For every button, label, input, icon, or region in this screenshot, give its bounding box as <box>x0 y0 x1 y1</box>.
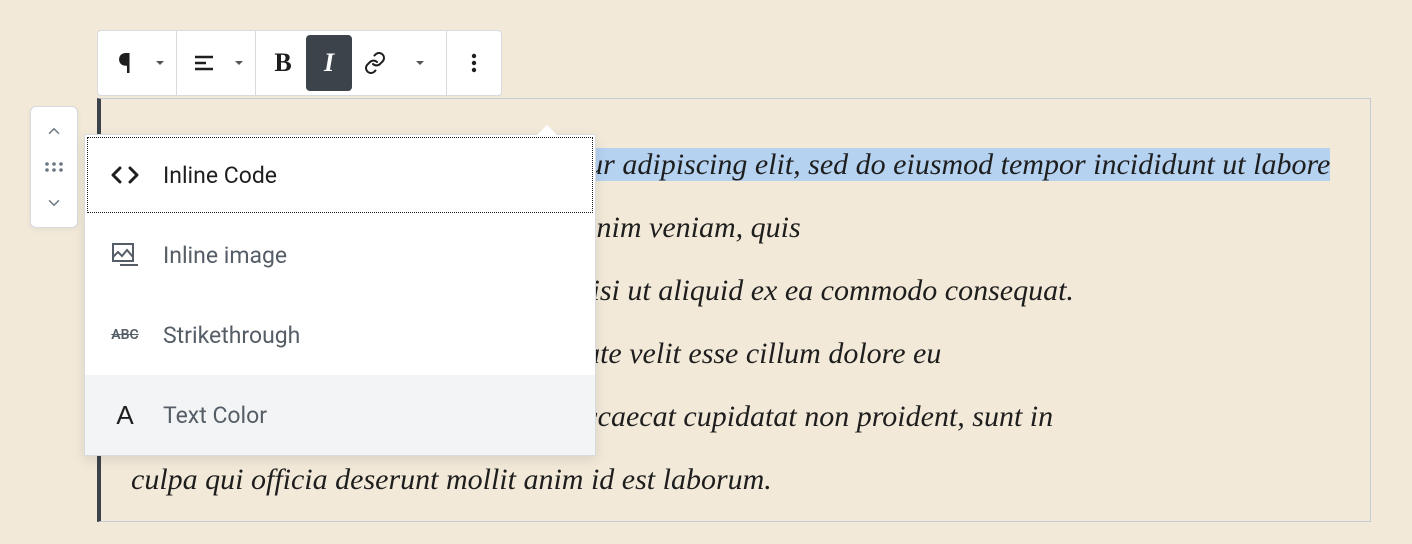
format-dropdown-menu: Inline Code Inline image ABC Strikethrou… <box>84 134 596 456</box>
align-left-icon <box>192 51 216 75</box>
chevron-up-icon <box>45 122 63 140</box>
inline-image-option[interactable]: Inline image <box>85 215 595 295</box>
image-icon <box>107 243 143 267</box>
block-mover <box>30 106 78 228</box>
code-icon <box>107 164 143 186</box>
dropdown-item-label: Text Color <box>163 402 267 429</box>
alignment-group <box>177 31 256 95</box>
dropdown-item-label: Inline Code <box>163 162 277 189</box>
caret-down-icon <box>154 57 166 69</box>
inline-code-option[interactable]: Inline Code <box>85 135 595 215</box>
dropdown-item-label: Inline image <box>163 242 287 269</box>
bold-icon: B <box>274 48 291 78</box>
caret-down-icon <box>233 57 245 69</box>
more-format-dropdown[interactable] <box>398 35 442 91</box>
chevron-down-icon <box>45 194 63 212</box>
italic-button[interactable]: I <box>306 35 352 91</box>
more-group <box>447 31 501 95</box>
move-down-button[interactable] <box>34 185 74 221</box>
block-toolbar: ¶ B I <box>97 30 502 96</box>
move-up-button[interactable] <box>34 113 74 149</box>
strikethrough-option[interactable]: ABC Strikethrough <box>85 295 595 375</box>
align-button[interactable] <box>181 35 227 91</box>
align-dropdown[interactable] <box>227 35 251 91</box>
italic-icon: I <box>324 48 334 78</box>
text-color-option[interactable]: A Text Color <box>85 375 595 455</box>
pilcrow-icon: ¶ <box>118 47 132 80</box>
drag-handle[interactable] <box>34 149 74 185</box>
block-type-group: ¶ <box>98 31 177 95</box>
dropdown-item-label: Strikethrough <box>163 322 300 349</box>
block-type-button[interactable]: ¶ <box>102 35 148 91</box>
strikethrough-icon: ABC <box>107 327 143 343</box>
link-button[interactable] <box>352 35 398 91</box>
format-group: B I <box>256 31 447 95</box>
drag-icon <box>44 161 64 173</box>
link-icon <box>363 51 387 75</box>
bold-button[interactable]: B <box>260 35 306 91</box>
more-options-button[interactable] <box>451 35 497 91</box>
caret-down-icon <box>414 57 426 69</box>
block-type-dropdown[interactable] <box>148 35 172 91</box>
more-vertical-icon <box>471 51 477 75</box>
text-color-icon: A <box>107 400 143 431</box>
